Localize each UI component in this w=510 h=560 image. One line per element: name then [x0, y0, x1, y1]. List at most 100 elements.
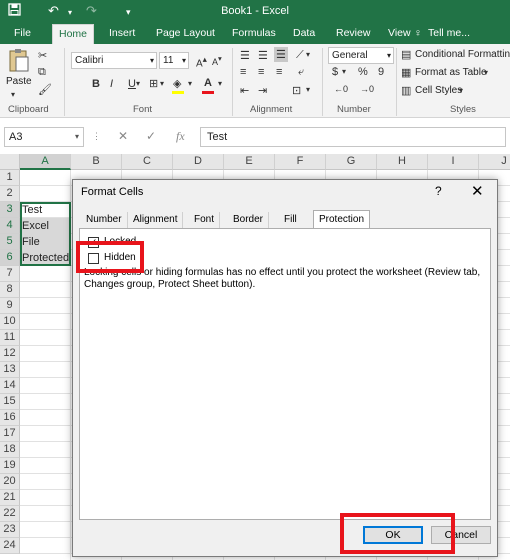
help-button[interactable]: ? [435, 184, 442, 198]
row-header-16[interactable]: 16 [0, 410, 20, 426]
column-header-f[interactable]: F [275, 154, 326, 170]
underline-button[interactable]: U [128, 78, 136, 90]
align-bottom-icon[interactable]: ☰ [274, 47, 288, 62]
tab-review[interactable]: Review [330, 24, 376, 44]
column-header-e[interactable]: E [224, 154, 275, 170]
cancel-entry-icon[interactable]: ✕ [118, 129, 128, 143]
column-header-j[interactable]: J [479, 154, 510, 170]
column-header-c[interactable]: C [122, 154, 173, 170]
decrease-indent-icon[interactable]: ⇤ [240, 84, 249, 97]
cancel-button[interactable]: Cancel [431, 526, 491, 544]
copy-icon[interactable]: ⧉ [38, 66, 46, 79]
row-header-12[interactable]: 12 [0, 346, 20, 362]
italic-button[interactable]: I [110, 78, 113, 90]
chevron-down-icon[interactable]: ▾ [160, 79, 164, 88]
number-format-select[interactable]: General ▾ [328, 47, 394, 64]
tab-font[interactable]: Font [189, 212, 221, 229]
tab-view[interactable]: View [382, 24, 417, 44]
tab-alignment[interactable]: Alignment [128, 212, 184, 229]
row-header-24[interactable]: 24 [0, 538, 20, 554]
row-header-5[interactable]: 5 [0, 234, 20, 250]
row-header-2[interactable]: 2 [0, 186, 20, 202]
select-all-corner[interactable] [0, 154, 20, 170]
row-header-15[interactable]: 15 [0, 394, 20, 410]
row-header-10[interactable]: 10 [0, 314, 20, 330]
insert-function-button[interactable]: fx [176, 129, 185, 144]
tab-number[interactable]: Number [81, 212, 128, 229]
row-header-19[interactable]: 19 [0, 458, 20, 474]
chevron-down-icon[interactable]: ▾ [136, 79, 140, 88]
row-header-3[interactable]: 3 [0, 202, 20, 218]
column-header-d[interactable]: D [173, 154, 224, 170]
row-header-21[interactable]: 21 [0, 490, 20, 506]
font-size-select[interactable]: 11 ▾ [159, 52, 189, 69]
row-header-9[interactable]: 9 [0, 298, 20, 314]
row-header-13[interactable]: 13 [0, 362, 20, 378]
column-header-h[interactable]: H [377, 154, 428, 170]
chevron-down-icon[interactable]: ▾ [188, 79, 192, 88]
row-header-1[interactable]: 1 [0, 170, 20, 186]
conditional-formatting-button[interactable]: Conditional Formatting [415, 49, 510, 60]
cut-icon[interactable]: ✂ [38, 49, 47, 62]
locked-checkbox[interactable]: ✓ [88, 237, 99, 248]
ok-button[interactable]: OK [363, 526, 423, 544]
chevron-down-icon[interactable]: ▾ [306, 50, 310, 59]
tab-page-layout[interactable]: Page Layout [150, 24, 221, 44]
decrease-decimal-icon[interactable]: →0 [360, 84, 374, 94]
tab-formulas[interactable]: Formulas [226, 24, 282, 44]
align-left-icon[interactable]: ≡ [240, 66, 246, 78]
increase-decimal-icon[interactable]: ←0 [334, 84, 348, 94]
hidden-label[interactable]: Hidden [104, 252, 136, 263]
bold-button[interactable]: B [92, 78, 100, 90]
paste-button[interactable]: Paste [6, 48, 32, 88]
align-right-icon[interactable]: ≡ [276, 66, 282, 78]
chevron-down-icon[interactable]: ▾ [306, 85, 310, 94]
wrap-text-icon[interactable]: ⤶ [298, 66, 304, 79]
font-color-icon[interactable]: A [204, 77, 212, 89]
enter-entry-icon[interactable]: ✓ [146, 129, 156, 143]
align-top-icon[interactable]: ☰ [240, 49, 250, 62]
row-header-14[interactable]: 14 [0, 378, 20, 394]
chevron-down-icon[interactable]: ▾ [342, 67, 346, 76]
cell-styles-button[interactable]: Cell Styles [415, 85, 462, 96]
chevron-down-icon[interactable]: ▾ [484, 68, 488, 77]
paste-dropdown-icon[interactable]: ▾ [11, 90, 15, 99]
align-middle-icon[interactable]: ☰ [258, 49, 268, 62]
row-header-17[interactable]: 17 [0, 426, 20, 442]
tab-fill[interactable]: Fill [279, 212, 302, 229]
comma-button[interactable]: 9 [378, 66, 384, 78]
borders-icon[interactable]: ⊞ [149, 77, 158, 90]
name-box[interactable]: A3 ▾ [4, 127, 84, 147]
orientation-icon[interactable]: ⟋ [296, 49, 304, 62]
row-header-18[interactable]: 18 [0, 442, 20, 458]
hidden-checkbox[interactable] [88, 253, 99, 264]
chevron-down-icon[interactable]: ▾ [459, 86, 463, 95]
row-header-7[interactable]: 7 [0, 266, 20, 282]
row-header-4[interactable]: 4 [0, 218, 20, 234]
row-header-6[interactable]: 6 [0, 250, 20, 266]
row-header-20[interactable]: 20 [0, 474, 20, 490]
row-header-8[interactable]: 8 [0, 282, 20, 298]
tab-border[interactable]: Border [228, 212, 270, 229]
formula-input[interactable]: Test [200, 127, 506, 147]
font-name-select[interactable]: Calibri ▾ [71, 52, 157, 69]
row-header-23[interactable]: 23 [0, 522, 20, 538]
close-icon[interactable]: ✕ [471, 182, 484, 200]
increase-font-icon[interactable]: A▴ [196, 54, 207, 69]
tab-data[interactable]: Data [287, 24, 321, 44]
format-as-table-button[interactable]: Format as Table [415, 67, 487, 78]
percent-button[interactable]: % [358, 66, 368, 78]
chevron-down-icon[interactable]: ▾ [218, 79, 222, 88]
tab-file[interactable]: File [8, 24, 37, 44]
increase-indent-icon[interactable]: ⇥ [258, 84, 267, 97]
currency-button[interactable]: $ [332, 66, 338, 78]
row-header-11[interactable]: 11 [0, 330, 20, 346]
column-header-i[interactable]: I [428, 154, 479, 170]
decrease-font-icon[interactable]: A▾ [212, 54, 222, 67]
merge-center-icon[interactable]: ⊡ [292, 84, 301, 97]
locked-label[interactable]: Locked [104, 236, 136, 247]
tab-insert[interactable]: Insert [103, 24, 141, 44]
tab-protection[interactable]: Protection [313, 210, 371, 229]
align-center-icon[interactable]: ≡ [258, 66, 264, 78]
column-header-g[interactable]: G [326, 154, 377, 170]
